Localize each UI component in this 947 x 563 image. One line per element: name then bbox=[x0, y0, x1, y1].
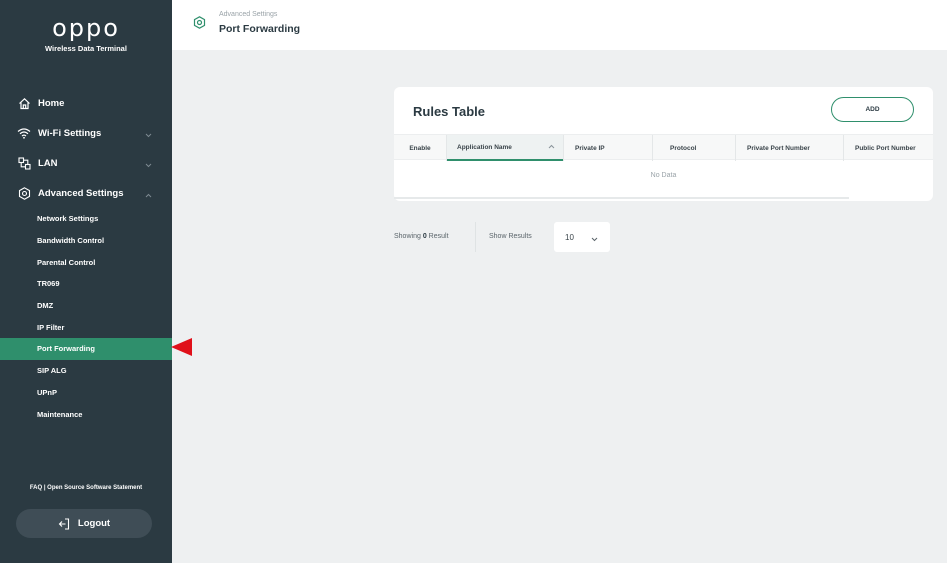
column-header-application-name[interactable]: Application Name bbox=[447, 135, 563, 161]
chevron-down-icon bbox=[145, 130, 152, 141]
lan-icon bbox=[17, 156, 31, 170]
sidebar-item-label: Wi-Fi Settings bbox=[38, 127, 102, 139]
sidebar-item-label: Advanced Settings bbox=[38, 187, 124, 199]
column-header-private-port-number[interactable]: Private Port Number bbox=[736, 135, 843, 161]
home-icon bbox=[17, 96, 31, 110]
sidebar-item-label: LAN bbox=[38, 157, 58, 169]
sidebar-item-home[interactable]: Home bbox=[0, 88, 172, 118]
result-count-suffix: Result bbox=[428, 233, 449, 240]
sidebar-subitem-port-forwarding[interactable]: Port Forwarding bbox=[0, 338, 172, 360]
sidebar-item-wifi-settings[interactable]: Wi-Fi Settings bbox=[0, 118, 172, 148]
chevron-down-icon bbox=[145, 160, 152, 171]
brand: oppo Wireless Data Terminal bbox=[0, 14, 172, 53]
table-scrollbar[interactable] bbox=[394, 197, 849, 199]
logout-button[interactable]: Logout bbox=[16, 509, 152, 538]
logout-icon bbox=[58, 517, 70, 530]
result-count-prefix: Showing bbox=[394, 233, 421, 240]
sidebar-subitem-tr069[interactable]: TR069 bbox=[0, 273, 172, 295]
page-size-select[interactable]: 10 bbox=[554, 222, 610, 252]
settings-ring-icon bbox=[193, 16, 206, 34]
page-header: Advanced Settings Port Forwarding bbox=[172, 0, 947, 50]
brand-subtitle: Wireless Data Terminal bbox=[45, 44, 127, 53]
oppo-logo: oppo bbox=[52, 14, 120, 42]
sidebar-item-advanced-settings[interactable]: Advanced Settings bbox=[0, 178, 172, 208]
sidebar-subitem-sip-alg[interactable]: SIP ALG bbox=[0, 360, 172, 382]
column-header-protocol[interactable]: Protocol bbox=[653, 135, 735, 161]
logout-label: Logout bbox=[77, 518, 111, 529]
sidebar-item-lan[interactable]: LAN bbox=[0, 148, 172, 178]
sidebar-item-label: Home bbox=[38, 97, 65, 109]
sidebar-subitem-maintenance[interactable]: Maintenance bbox=[0, 403, 172, 425]
rules-table-title: Rules Table bbox=[413, 104, 486, 119]
pagination-divider bbox=[475, 222, 476, 252]
table-header: Enable Application Name Private IP Proto… bbox=[394, 134, 933, 161]
sort-up-icon bbox=[548, 144, 555, 151]
footer-links[interactable]: FAQ | Open Source Software Statement bbox=[0, 485, 172, 491]
sidebar-subitem-network-settings[interactable]: Network Settings bbox=[0, 208, 172, 230]
result-count-value: 0 bbox=[422, 233, 427, 240]
result-count: Showing 0 Result bbox=[394, 233, 449, 240]
sidebar-subitem-parental-control[interactable]: Parental Control bbox=[0, 251, 172, 273]
sidebar-subitem-bandwidth-control[interactable]: Bandwidth Control bbox=[0, 230, 172, 252]
add-rule-button[interactable]: ADD bbox=[831, 97, 914, 122]
show-results-label: Show Results bbox=[489, 233, 532, 240]
page-size-value: 10 bbox=[565, 232, 574, 242]
breadcrumb[interactable]: Advanced Settings bbox=[219, 11, 277, 18]
red-pointer-arrow-icon bbox=[171, 338, 192, 356]
chevron-up-icon bbox=[145, 190, 152, 201]
column-header-label: Application Name bbox=[457, 143, 512, 151]
chevron-down-icon bbox=[591, 235, 598, 244]
empty-table-message: No Data bbox=[650, 172, 677, 179]
sidebar: oppo Wireless Data Terminal Home Wi-Fi S… bbox=[0, 0, 172, 563]
sidebar-subitem-dmz[interactable]: DMZ bbox=[0, 295, 172, 317]
sidebar-nav: Home Wi-Fi Settings LAN Advanced Setting… bbox=[0, 88, 172, 425]
sidebar-subitem-ip-filter[interactable]: IP Filter bbox=[0, 316, 172, 338]
column-header-public-port-number[interactable]: Public Port Number bbox=[844, 135, 933, 161]
settings-ring-icon bbox=[17, 186, 31, 200]
page-title: Port Forwarding bbox=[219, 23, 301, 35]
rules-table-card: Rules Table ADD Enable Application Name … bbox=[394, 87, 933, 201]
column-header-private-ip[interactable]: Private IP bbox=[564, 135, 652, 161]
column-header-enable[interactable]: Enable bbox=[394, 135, 446, 161]
wifi-icon bbox=[17, 126, 31, 140]
sidebar-subitem-upnp[interactable]: UPnP bbox=[0, 382, 172, 404]
